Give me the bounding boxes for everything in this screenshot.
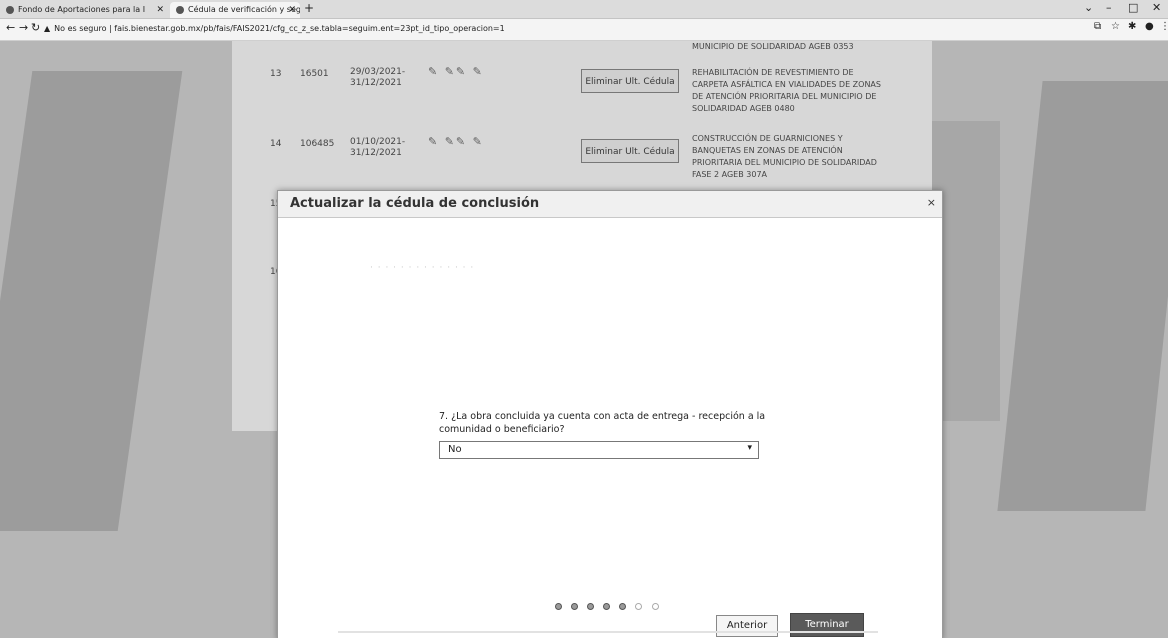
step-dot-pending <box>635 603 643 610</box>
dialog-title-bar: Actualizar la cédula de conclusión × <box>278 191 942 218</box>
menu-icon[interactable]: ⋮ <box>1160 21 1168 32</box>
globe-icon <box>6 5 14 14</box>
step-dot-completed <box>587 603 595 610</box>
browser-address-bar: ← → ↻ ▲ No es seguro | fais.bienestar.gob… <box>0 19 1168 41</box>
question-label: 7. ¿La obra concluida ya cuenta con acta… <box>439 411 766 435</box>
profile-icon[interactable]: ● <box>1145 21 1154 32</box>
tab-search-icon[interactable]: ⌄ <box>1084 0 1093 16</box>
step-dot-completed <box>555 603 562 610</box>
url-field[interactable]: ▲ No es seguro | fais.bienestar.gob.mx/pb… <box>44 21 974 37</box>
tab-title: Cédula de verificación y segui <box>188 5 300 14</box>
bookmark-star-icon[interactable]: ☆ <box>1111 21 1120 32</box>
warning-icon: ▲ <box>44 24 51 33</box>
close-tab-icon[interactable]: ✕ <box>156 2 164 18</box>
browser-tab-1[interactable]: Fondo de Aportaciones para la I ✕ <box>0 2 168 18</box>
url-text: fais.bienestar.gob.mx/pb/fais/FAIS2021/c… <box>114 24 505 33</box>
step-dot-pending <box>651 603 659 610</box>
faint-decoration: · · · · · · · · · · · · · · <box>370 263 475 273</box>
close-tab-icon[interactable]: ✕ <box>288 2 296 18</box>
maximize-icon[interactable]: □ <box>1128 0 1138 16</box>
forward-icon[interactable]: → <box>19 21 28 34</box>
answer-select[interactable]: No ▾ <box>439 441 759 459</box>
globe-icon <box>176 5 184 14</box>
close-icon[interactable]: × <box>927 196 936 209</box>
browser-tab-2[interactable]: Cédula de verificación y segui ✕ <box>170 2 300 18</box>
chevron-down-icon: ▾ <box>747 443 752 453</box>
previous-button[interactable]: Anterior <box>716 615 778 637</box>
close-window-icon[interactable]: ✕ <box>1152 0 1161 16</box>
step-dot-completed <box>619 603 627 610</box>
extensions-icon[interactable]: ✱ <box>1128 21 1136 32</box>
finish-button[interactable]: Terminar <box>790 613 864 637</box>
dialog-title: Actualizar la cédula de conclusión <box>290 196 540 211</box>
new-tab-icon[interactable]: + <box>304 1 314 15</box>
share-icon[interactable]: ⧉ <box>1094 21 1101 32</box>
update-cedula-dialog: Actualizar la cédula de conclusión × · ·… <box>277 190 943 638</box>
page-viewport: MUNICIPIO DE SOLIDARIDAD AGEB 0353 13 16… <box>0 41 1168 638</box>
back-icon[interactable]: ← <box>6 21 15 34</box>
step-indicator <box>555 596 663 615</box>
minimize-icon[interactable]: – <box>1106 0 1112 16</box>
step-dot-completed <box>603 603 611 610</box>
step-dot-completed <box>571 603 579 610</box>
browser-tab-bar: Fondo de Aportaciones para la I ✕ Cédula… <box>0 0 1168 19</box>
tab-title: Fondo de Aportaciones para la I <box>18 5 146 14</box>
divider <box>338 631 878 633</box>
security-label: No es seguro <box>54 24 107 33</box>
select-value: No <box>448 444 462 455</box>
reload-icon[interactable]: ↻ <box>31 21 40 34</box>
